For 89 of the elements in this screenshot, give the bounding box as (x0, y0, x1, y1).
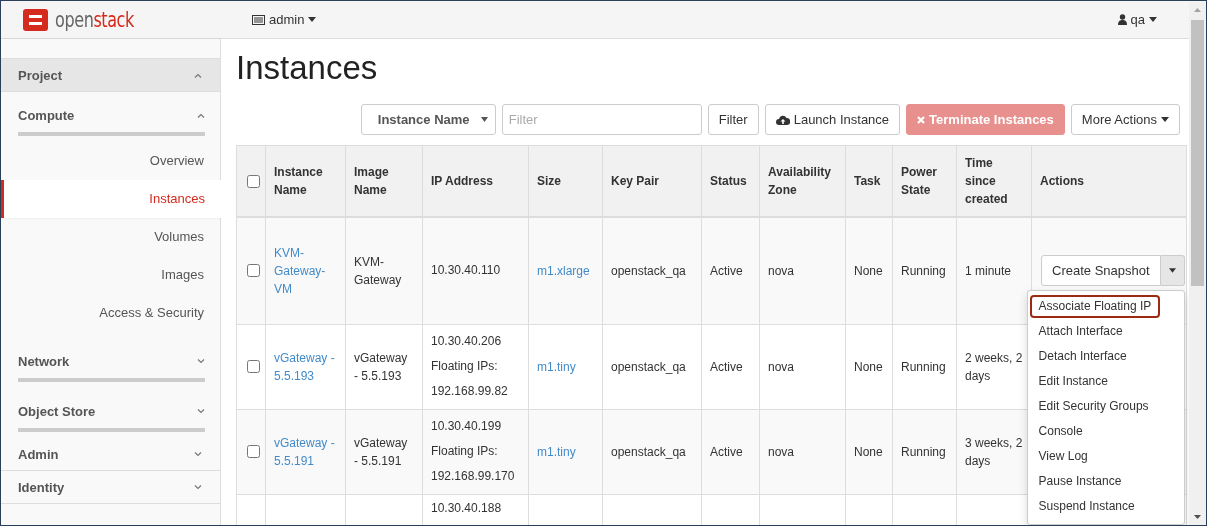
chevron-down-icon (197, 408, 205, 414)
filter-field-select[interactable]: Instance Name (360, 104, 496, 135)
chevron-up-icon (194, 72, 202, 78)
filter-input[interactable]: Filter (501, 104, 702, 135)
ip-address-text: 10.30.40.206 Floating IPs: 192.168.99.82 (431, 334, 508, 398)
table-cell: Active (710, 263, 743, 278)
sidebar-item[interactable]: Overview (1, 142, 220, 180)
caret-icon (1168, 268, 1176, 274)
sidebar-dashboard[interactable]: Admin (1, 438, 220, 471)
menu-item[interactable]: Attach Interface (1029, 320, 1132, 344)
table-cell: None (854, 359, 883, 374)
select-all-checkbox[interactable] (247, 174, 260, 188)
sidebar-panel[interactable]: Object Store (18, 388, 205, 432)
menu-item[interactable]: Detach Interface (1029, 345, 1136, 369)
sidebar-dashboard[interactable]: Project (1, 58, 220, 92)
table-cell: openstack_qa (611, 444, 686, 459)
flavor-link[interactable]: m1.xlarge (537, 263, 590, 278)
project-menu[interactable]: admin (252, 12, 317, 27)
list-icon (252, 14, 265, 25)
sidebar-item[interactable]: Images (1, 256, 220, 294)
caret-icon (1161, 117, 1169, 122)
more-actions-button[interactable]: More Actions (1070, 104, 1180, 135)
table-cell: 3 weeks, 2 days (965, 435, 1023, 468)
caret-icon (480, 117, 488, 122)
table-cell: Running (901, 444, 946, 459)
page-title: Instances (236, 48, 379, 88)
flavor-link[interactable]: m1.tiny (537, 359, 576, 374)
ip-address-text: 10.30.40.188 (431, 500, 502, 515)
table-cell: 1 minute (965, 263, 1012, 278)
table-cell: None (854, 263, 883, 278)
table-cell: openstack_qa (611, 359, 686, 374)
sidebar-dashboard[interactable]: Identity (1, 471, 220, 504)
table-cell: nova (768, 444, 795, 459)
caret-icon (308, 17, 317, 22)
row-checkbox[interactable] (247, 264, 260, 278)
menu-item[interactable]: View Log (1029, 445, 1097, 469)
chevron-down-icon (194, 484, 202, 490)
table-cell: openstack_qa (611, 263, 686, 278)
sidebar-item[interactable]: Instances (1, 180, 221, 218)
logo-text: openstack (55, 7, 134, 32)
menu-item[interactable]: Edit Security Groups (1029, 395, 1158, 419)
column-header: Size (537, 174, 561, 188)
column-header: Instance Name (274, 165, 323, 197)
table-cell: nova (768, 263, 795, 278)
caret-icon (1149, 17, 1157, 22)
launch-instance-button[interactable]: Launch Instance (764, 104, 901, 135)
menu-item[interactable]: Console (1029, 420, 1092, 444)
column-header: Power State (901, 165, 937, 197)
table-cell: Active (710, 359, 743, 374)
column-header: Key Pair (611, 174, 660, 188)
sidebar-panel[interactable]: Network (18, 338, 205, 382)
chevron-up-icon (197, 112, 205, 118)
chevron-down-icon (194, 451, 202, 457)
table-cell: 2 weeks, 2 days (965, 350, 1023, 383)
logo-icon (22, 7, 49, 32)
table-cell: nova (768, 359, 795, 374)
sidebar-item[interactable]: Access & Security (1, 294, 220, 332)
sidebar-panel[interactable]: Compute (18, 92, 205, 136)
menu-item[interactable]: Pause Instance (1029, 470, 1131, 494)
column-header: Time since created (965, 156, 1008, 206)
row-checkbox[interactable] (247, 360, 260, 373)
column-header: Availability Zone (768, 165, 831, 197)
table-cell: Running (901, 263, 946, 278)
cloud-upload-icon (775, 114, 790, 125)
ip-address-text: 10.30.40.110 (431, 263, 501, 278)
flavor-link[interactable]: m1.tiny (537, 444, 576, 459)
table-cell: KVM-Gateway (354, 254, 402, 287)
table-cell: Active (710, 444, 743, 459)
menu-item[interactable]: Associate Floating IP (1029, 295, 1161, 319)
row-checkbox[interactable] (247, 445, 260, 458)
column-header: IP Address (431, 174, 494, 188)
column-header: Image Name (354, 165, 389, 197)
create-snapshot-button[interactable]: Create Snapshot (1041, 255, 1161, 287)
table-cell: vGateway - 5.5.191 (354, 435, 408, 468)
column-header: Actions (1040, 174, 1084, 188)
table-cell: None (854, 444, 883, 459)
user-icon (1117, 14, 1127, 25)
column-header: Task (854, 174, 881, 188)
menu-item[interactable]: Edit Instance (1029, 370, 1117, 394)
dropdown-toggle[interactable] (1160, 255, 1185, 287)
filter-button[interactable]: Filter (707, 104, 759, 135)
user-menu[interactable]: qa (1117, 12, 1157, 27)
sidebar-item[interactable]: Volumes (1, 218, 220, 256)
chevron-down-icon (197, 358, 205, 364)
table-cell: vGateway - 5.5.193 (354, 350, 408, 383)
table-cell: Running (901, 359, 946, 374)
close-icon (917, 115, 926, 124)
column-header: Status (710, 174, 747, 188)
ip-address-text: 10.30.40.199 Floating IPs: 192.168.99.170 (431, 419, 515, 483)
